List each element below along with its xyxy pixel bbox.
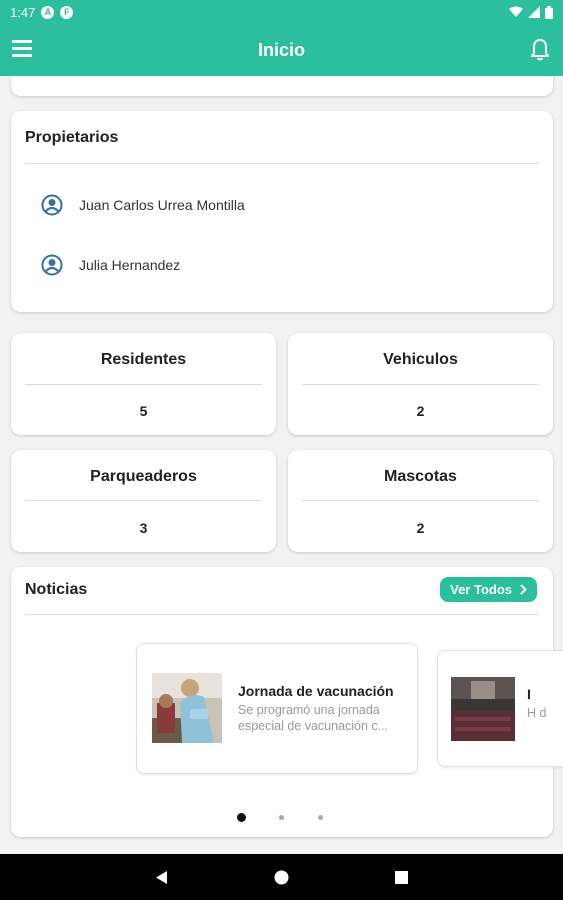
owners-title: Propietarios [25, 129, 119, 146]
signal-icon [528, 6, 540, 18]
app-bar: Inicio [0, 24, 563, 76]
owners-divider [25, 163, 539, 164]
stat-card-residentes[interactable]: Residentes 5 [11, 333, 276, 435]
user-circle-icon [41, 254, 63, 276]
pagination-dot[interactable] [318, 815, 323, 820]
owner-name: Juan Carlos Urrea Montilla [79, 197, 245, 213]
user-circle-icon [41, 194, 63, 216]
battery-icon [545, 5, 553, 19]
stat-value: 5 [139, 403, 148, 419]
news-item[interactable]: Jornada de vacunación Se programó una jo… [136, 643, 418, 774]
stat-card-mascotas[interactable]: Mascotas 2 [288, 450, 553, 552]
carousel-pagination [11, 813, 553, 823]
status-time: 1:47 [10, 4, 36, 20]
recents-icon[interactable] [395, 871, 408, 884]
stat-label: Residentes [100, 351, 187, 368]
f-notification-icon: F [60, 5, 74, 19]
news-item-title: Jornada de vacunación [238, 683, 394, 699]
pagination-dot[interactable] [279, 815, 284, 820]
news-item-description: H d [527, 706, 547, 720]
stat-value: 3 [139, 520, 148, 536]
hamburger-menu-icon[interactable] [12, 40, 32, 58]
back-icon[interactable] [155, 870, 168, 885]
bell-icon[interactable] [529, 38, 551, 62]
pagination-dot-active[interactable] [237, 813, 246, 822]
stat-label: Mascotas [384, 468, 457, 485]
status-bar: 1:47 A F [0, 0, 563, 24]
stat-label: Vehiculos [383, 351, 458, 368]
news-thumbnail-event [451, 677, 515, 741]
stat-card-vehiculos[interactable]: Vehiculos 2 [288, 333, 553, 435]
news-title: Noticias [25, 581, 88, 598]
wifi-icon [509, 6, 523, 17]
news-card: Noticias Ver Todos Jornada de vacunación… [11, 567, 563, 837]
stat-divider [25, 384, 262, 385]
stat-divider [302, 384, 539, 385]
stat-divider [302, 500, 539, 501]
news-item-description: Se programó una jornada especial de vacu… [238, 703, 389, 733]
news-divider [25, 614, 539, 615]
main-content[interactable]: Propietarios Juan Carlos Urrea Montilla … [0, 76, 563, 854]
see-all-button[interactable]: Ver Todos [440, 577, 537, 602]
system-nav-bar [0, 854, 563, 900]
news-item[interactable]: I H d [437, 650, 563, 767]
previous-card [11, 76, 553, 96]
stat-divider [25, 500, 262, 501]
home-icon[interactable] [274, 870, 289, 885]
owners-card: Propietarios Juan Carlos Urrea Montilla … [11, 111, 553, 312]
stat-value: 2 [416, 520, 425, 536]
news-thumbnail-vaccination [152, 673, 222, 743]
a-notification-icon: A [41, 5, 55, 19]
stat-card-parqueaderos[interactable]: Parqueaderos 3 [11, 450, 276, 552]
owner-name: Julia Hernandez [79, 257, 181, 273]
see-all-label: Ver Todos [450, 582, 512, 597]
owner-item[interactable]: Juan Carlos Urrea Montilla [41, 194, 245, 216]
news-item-title: I [527, 686, 531, 702]
owner-item[interactable]: Julia Hernandez [41, 254, 180, 276]
page-title: Inicio [257, 39, 305, 60]
chevron-right-icon [520, 584, 527, 595]
stat-value: 2 [416, 403, 425, 419]
stat-label: Parqueaderos [90, 468, 197, 485]
